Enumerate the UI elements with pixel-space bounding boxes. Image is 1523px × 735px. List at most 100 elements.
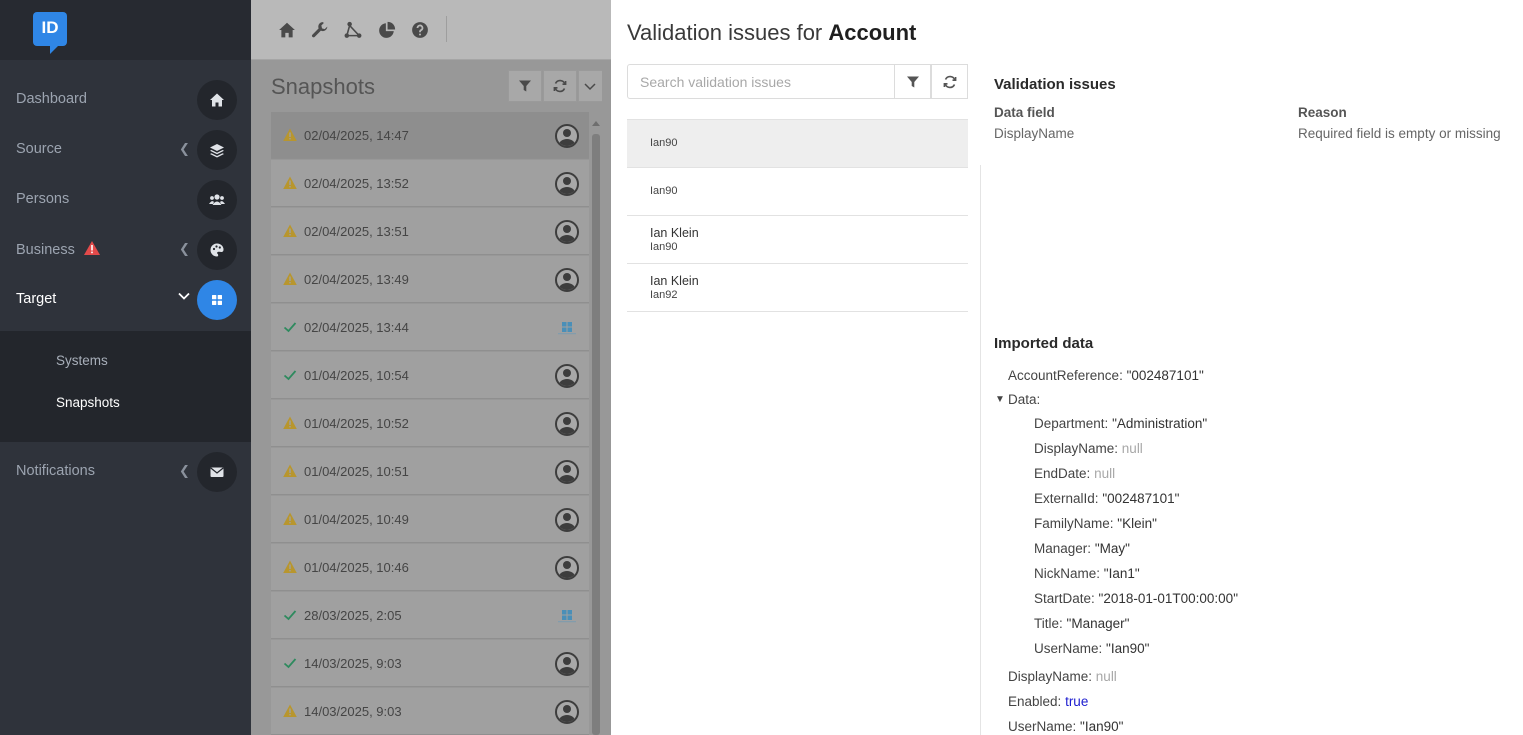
- json-value: null: [1095, 669, 1117, 684]
- snapshot-row[interactable]: 02/04/2025, 13:49: [271, 256, 589, 303]
- json-value: "2018-01-01T00:00:00": [1098, 591, 1238, 606]
- snapshot-row[interactable]: 02/04/2025, 14:47: [271, 112, 589, 159]
- sidebar-item-dashboard[interactable]: Dashboard: [0, 75, 251, 125]
- snapshot-row[interactable]: 01/04/2025, 10:54: [271, 352, 589, 399]
- json-key: EndDate: [1034, 466, 1087, 481]
- envelope-icon: [197, 452, 237, 492]
- search-input[interactable]: [627, 64, 895, 99]
- snapshot-row[interactable]: 01/04/2025, 10:49: [271, 496, 589, 543]
- chevron-down-icon: [177, 289, 191, 306]
- json-key: Manager: [1034, 541, 1088, 556]
- json-value: "002487101": [1126, 368, 1204, 383]
- check-icon: [283, 658, 297, 669]
- sidebar-item-label: Source: [16, 141, 62, 157]
- scrollbar-thumb[interactable]: [592, 134, 600, 735]
- app-logo[interactable]: ID: [33, 12, 67, 54]
- snapshot-row[interactable]: 28/03/2025, 2:05: [271, 592, 589, 639]
- json-value: null: [1121, 441, 1143, 456]
- caret-down-icon[interactable]: ▼: [995, 394, 1005, 405]
- logo-bar: ID: [0, 0, 251, 60]
- refresh-button[interactable]: [931, 64, 968, 99]
- sidebar-item-business[interactable]: Business ❮: [0, 225, 251, 275]
- warning-icon: [283, 176, 297, 189]
- snapshot-row[interactable]: 02/04/2025, 13:52: [271, 160, 589, 207]
- reason-value: Required field is empty or missing: [1298, 126, 1501, 141]
- help-icon[interactable]: [411, 21, 429, 39]
- chevron-left-icon: ❮: [179, 241, 190, 256]
- json-row: StartDate: "2018-01-01T00:00:00": [1034, 591, 1238, 606]
- json-value: null: [1094, 466, 1116, 481]
- sidebar-item-source[interactable]: Source ❮: [0, 125, 251, 175]
- json-key: Department: [1034, 416, 1105, 431]
- panel-title-prefix: Validation issues for: [627, 20, 823, 45]
- warning-icon: [283, 464, 297, 477]
- sidebar-item-target[interactable]: Target: [0, 275, 251, 325]
- check-icon: [283, 370, 297, 381]
- json-row: DisplayName: null: [1008, 669, 1117, 684]
- json-key: DisplayName: [1008, 669, 1089, 684]
- flow-icon[interactable]: [344, 21, 362, 39]
- snapshot-row[interactable]: 01/04/2025, 10:52: [271, 400, 589, 447]
- sidebar: ID Dashboard Source ❮ Persons Business ❮…: [0, 0, 251, 735]
- filter-button[interactable]: [894, 64, 931, 99]
- json-value: "002487101": [1102, 491, 1180, 506]
- sidebar-item-label: Target: [16, 291, 57, 307]
- json-row: AccountReference: "002487101": [1008, 368, 1204, 383]
- snapshot-row[interactable]: 14/03/2025, 9:03: [271, 640, 589, 687]
- issue-item[interactable]: Ian90: [627, 120, 968, 168]
- json-row: UserName: "Ian90": [1008, 719, 1124, 734]
- warning-icon: [283, 272, 297, 285]
- json-row: EndDate: null: [1034, 466, 1116, 481]
- issue-item[interactable]: Ian90: [627, 168, 968, 216]
- submenu-item-snapshots[interactable]: Snapshots: [56, 395, 120, 410]
- user-avatar-icon: [555, 124, 579, 148]
- submenu-item-systems[interactable]: Systems: [56, 353, 108, 368]
- json-value: "Ian1": [1103, 566, 1140, 581]
- json-row[interactable]: Data:: [1008, 392, 1040, 407]
- sidebar-item-notifications[interactable]: Notifications ❮: [0, 447, 251, 497]
- page-title: Snapshots: [271, 74, 375, 99]
- user-avatar-icon: [555, 268, 579, 292]
- dropdown-button[interactable]: [578, 70, 602, 102]
- imported-data-heading: Imported data: [994, 335, 1094, 352]
- snapshot-row[interactable]: 02/04/2025, 13:51: [271, 208, 589, 255]
- sidebar-item-label: Dashboard: [16, 91, 87, 107]
- snapshot-date: 14/03/2025, 9:03: [304, 656, 402, 671]
- user-avatar-icon: [555, 460, 579, 484]
- snapshot-row[interactable]: 01/04/2025, 10:51: [271, 448, 589, 495]
- snapshot-date: 01/04/2025, 10:46: [304, 560, 409, 575]
- snapshot-row[interactable]: 14/03/2025, 9:03: [271, 688, 589, 735]
- snapshot-row[interactable]: 01/04/2025, 10:46: [271, 544, 589, 591]
- target-submenu: Systems Snapshots: [0, 331, 251, 442]
- issue-item[interactable]: Ian Klein Ian90: [627, 216, 968, 264]
- wrench-icon[interactable]: [311, 21, 329, 39]
- warning-icon: [283, 416, 297, 429]
- pie-chart-icon[interactable]: [378, 21, 396, 39]
- filter-button[interactable]: [508, 70, 542, 102]
- snapshot-date: 14/03/2025, 9:03: [304, 704, 402, 719]
- sidebar-item-label: Persons: [16, 191, 70, 207]
- issue-sub: Ian90: [650, 241, 678, 253]
- warning-icon: [283, 560, 297, 573]
- refresh-button[interactable]: [543, 70, 577, 102]
- warning-icon: [283, 512, 297, 525]
- json-key: FamilyName: [1034, 516, 1110, 531]
- json-value: "Ian90": [1080, 719, 1124, 734]
- sidebar-item-persons[interactable]: Persons: [0, 175, 251, 225]
- reason-header: Reason: [1298, 105, 1347, 120]
- snapshot-row[interactable]: 02/04/2025, 13:44: [271, 304, 589, 351]
- warning-icon: [283, 128, 297, 141]
- issue-item[interactable]: Ian Klein Ian92: [627, 264, 968, 312]
- home-icon: [197, 80, 237, 120]
- user-avatar-icon: [555, 700, 579, 724]
- snapshot-date: 02/04/2025, 13:44: [304, 320, 409, 335]
- scroll-up-arrow[interactable]: [592, 121, 600, 126]
- json-row: NickName: "Ian1": [1034, 566, 1140, 581]
- user-avatar-icon: [555, 508, 579, 532]
- windows-logo-icon: [558, 322, 576, 335]
- home-icon[interactable]: [278, 21, 296, 39]
- user-avatar-icon: [555, 652, 579, 676]
- snapshot-date: 02/04/2025, 14:47: [304, 128, 409, 143]
- filter-icon: [519, 80, 531, 92]
- filter-icon: [907, 76, 919, 88]
